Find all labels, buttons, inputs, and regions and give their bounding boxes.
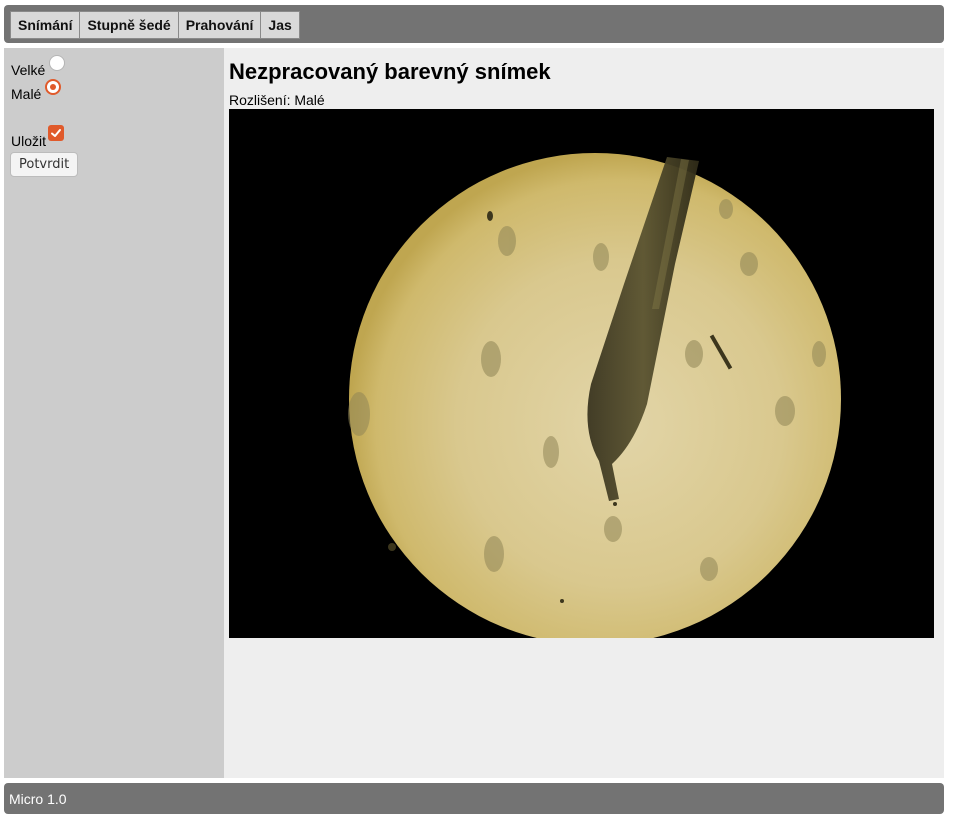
top-nav-bar: Snímání Stupně šedé Prahování Jas <box>4 5 944 43</box>
microscope-view-graphic <box>229 109 934 638</box>
tab-capture[interactable]: Snímání <box>10 11 81 39</box>
page-title: Nezpracovaný barevný snímek <box>229 59 551 84</box>
main-content: Nezpracovaný barevný snímek Rozlišení: M… <box>224 48 944 778</box>
sidebar: Velké Malé Uložit Potvrdit <box>4 48 224 778</box>
radio-small[interactable] <box>45 79 62 95</box>
tab-brightness[interactable]: Jas <box>261 11 300 39</box>
save-option: Uložit <box>11 125 65 150</box>
microscope-image <box>229 109 934 638</box>
radio-large[interactable] <box>49 55 66 71</box>
footer-bar: Micro 1.0 <box>4 783 944 814</box>
resolution-info: Rozlišení: Malé <box>229 92 325 108</box>
checkmark-icon <box>51 129 62 137</box>
option-large: Velké <box>11 55 66 79</box>
option-large-label: Velké <box>11 62 46 78</box>
app-version: Micro 1.0 <box>9 791 67 807</box>
save-checkbox[interactable] <box>48 125 65 141</box>
option-small-label: Malé <box>11 86 42 102</box>
tab-grayscale[interactable]: Stupně šedé <box>80 11 179 39</box>
confirm-button[interactable]: Potvrdit <box>10 152 79 177</box>
tab-strip: Snímání Stupně šedé Prahování Jas <box>10 11 300 39</box>
tab-thresholding[interactable]: Prahování <box>178 11 262 39</box>
save-label: Uložit <box>11 133 47 149</box>
option-small: Malé <box>11 79 62 103</box>
